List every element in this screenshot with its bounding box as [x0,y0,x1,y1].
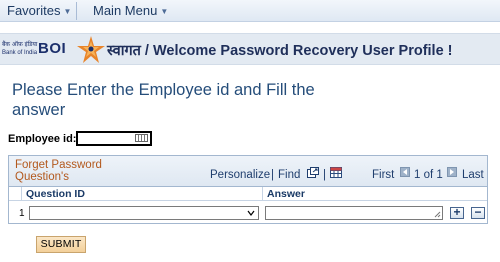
menubar: Favorites ▼ Main Menu ▼ [0,0,500,22]
next-button[interactable] [447,167,457,177]
column-header-answer-label: Answer [267,188,305,200]
column-header-question-id: Question ID [21,187,262,201]
submit-button[interactable]: SUBMIT [36,236,86,253]
menu-main-menu[interactable]: Main Menu ▼ [93,0,168,22]
delete-row-button[interactable]: − [471,206,485,219]
chevron-right-icon [450,169,454,175]
logo-mark-text: BOI [38,40,67,57]
last-link[interactable]: Last [462,169,484,181]
menu-favorites-label: Favorites [7,3,61,18]
page-range: 1 of 1 [414,169,443,181]
bank-logo: बैंक ऑफ़ इंडिया Bank of India BOI [2,36,106,63]
logo-english-text: Bank of India [2,50,38,56]
personalize-link[interactable]: Personalize [210,169,270,181]
column-header-answer: Answer [262,187,487,201]
row-number-header [9,187,21,201]
instruction-text: Please Enter the Employee id and Fill th… [12,81,315,119]
grid-title: Forget Password Question's [15,159,102,183]
star-logo-icon [77,36,105,63]
column-header-question-id-label: Question ID [26,188,85,200]
toolbar-separator-2: | [323,169,326,181]
menu-main-menu-label: Main Menu [93,3,158,18]
page-title-hindi: स्वागत [107,43,141,59]
first-link[interactable]: First [372,169,394,181]
resize-grip-icon[interactable] [434,211,441,218]
employee-id-label: Employee id: [8,133,77,145]
view-all-icon[interactable] [307,167,319,178]
row-number: 1 [19,208,25,219]
chevron-left-icon [403,169,407,175]
chevron-down-icon: ▼ [63,7,72,16]
page-title: स्वागत / Welcome Password Recovery User … [107,40,453,60]
add-row-button[interactable]: + [450,206,464,219]
grid-header: Forget Password Question's Personalize |… [9,156,487,187]
page-title-text: / Welcome Password Recovery User Profile… [140,43,453,59]
logo-hindi-text: बैंक ऑफ़ इंडिया [2,41,38,48]
chevron-down-icon [247,210,255,216]
keyboard-icon[interactable] [135,134,148,142]
find-link[interactable]: Find [278,169,300,181]
employee-id-input[interactable] [76,131,152,146]
menu-favorites[interactable]: Favorites ▼ [7,0,71,22]
questions-grid: Forget Password Question's Personalize |… [8,155,488,224]
question-id-select[interactable] [29,206,259,220]
toolbar-separator: | [271,169,274,181]
download-grid-icon[interactable] [330,167,342,178]
answer-field[interactable] [265,206,443,220]
chevron-down-icon: ▼ [160,7,169,16]
menu-separator [76,2,77,20]
previous-button[interactable] [400,167,410,177]
